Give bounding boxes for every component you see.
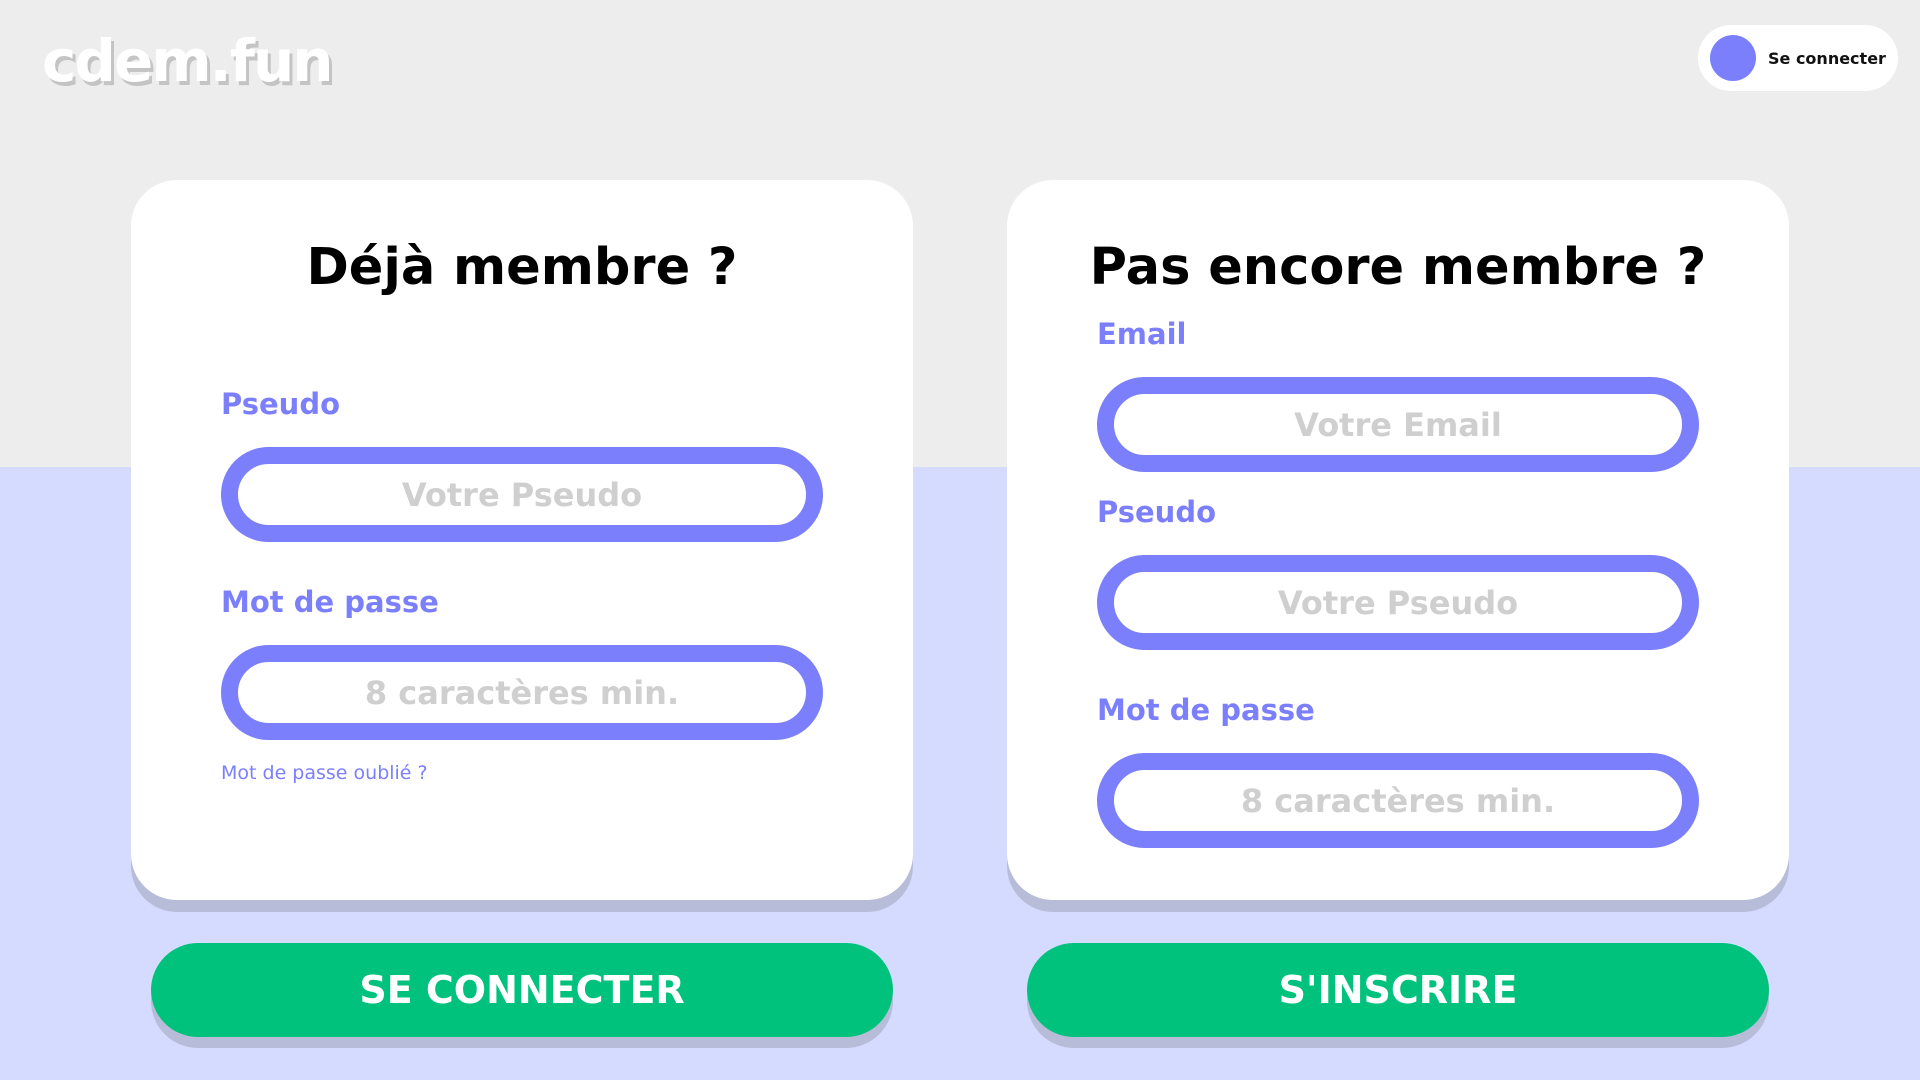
login-submit-button[interactable]: SE CONNECTER [151,943,893,1037]
forgot-password-link[interactable]: Mot de passe oublié ? [221,762,428,784]
signup-email-label: Email [1097,317,1187,351]
signup-pseudo-field [1097,555,1699,650]
signup-password-label: Mot de passe [1097,693,1315,727]
login-password-field [221,645,823,740]
login-pseudo-field [221,447,823,542]
header-login-label: Se connecter [1768,48,1886,68]
signup-pseudo-label: Pseudo [1097,495,1217,529]
signup-password-input[interactable] [1114,770,1682,831]
signup-card: Pas encore membre ? Email Pseudo Mot de … [1007,180,1789,900]
signup-email-field [1097,377,1699,472]
signup-password-field [1097,753,1699,848]
header-login-button[interactable]: Se connecter [1698,25,1898,91]
signup-email-input[interactable] [1114,394,1682,455]
site-logo[interactable]: cdem.fun [42,26,334,96]
avatar [1710,35,1756,81]
login-title: Déjà membre ? [306,238,738,297]
signup-pseudo-input[interactable] [1114,572,1682,633]
signup-title: Pas encore membre ? [1089,238,1707,297]
login-card: Déjà membre ? Pseudo Mot de passe Mot de… [131,180,913,900]
login-password-label: Mot de passe [221,585,439,619]
signup-submit-button[interactable]: S'INSCRIRE [1027,943,1769,1037]
login-pseudo-label: Pseudo [221,387,341,421]
login-pseudo-input[interactable] [238,464,806,525]
login-password-input[interactable] [238,662,806,723]
